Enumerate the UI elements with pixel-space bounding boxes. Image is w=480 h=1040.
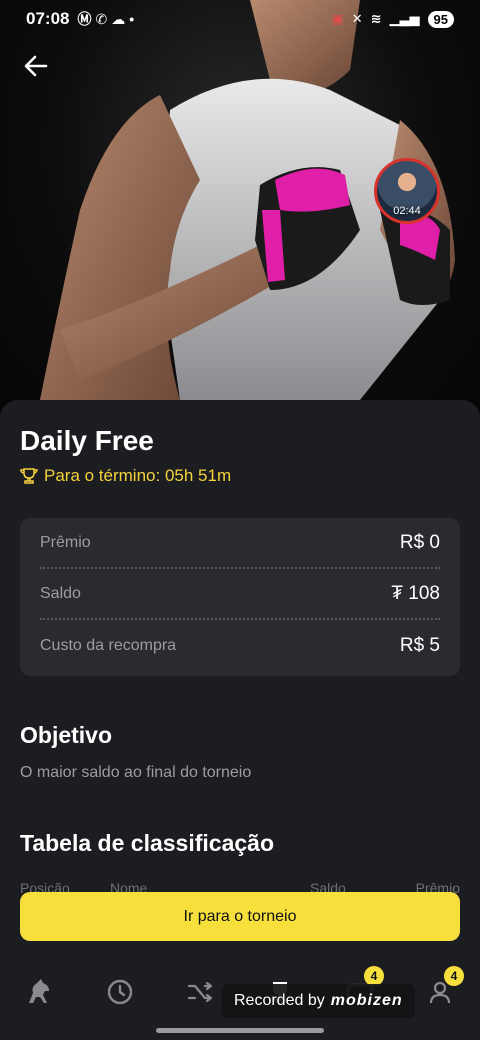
info-value: R$ 0 [399, 531, 440, 553]
objective-heading: Objetivo [20, 722, 113, 748]
tournament-title: Daily Free [20, 425, 154, 456]
info-value: R$ 5 [399, 634, 440, 656]
arrow-left-icon [24, 55, 48, 77]
info-row-prize: Prêmio R$ 0 [40, 518, 440, 569]
notification-badge: 4 [444, 966, 464, 986]
signal-icon: ▁▃▅ [389, 11, 420, 26]
recorder-watermark: Recorded by mobizen [222, 984, 415, 1018]
recorder-bubble[interactable]: 02:44 [374, 158, 440, 224]
back-button[interactable] [20, 50, 52, 82]
info-label: Custo da recompra [40, 636, 177, 654]
info-row-balance: Saldo ₮ 108 [40, 569, 440, 620]
m-icon: Ⓜ [77, 11, 92, 27]
go-to-tournament-button[interactable]: Ir para o torneio [20, 892, 460, 941]
cast-icon: ▣ [331, 11, 344, 26]
watermark-text: Recorded by [234, 992, 325, 1009]
system-icons: ▣ ✕ ≋ ▁▃▅ 95 [331, 10, 454, 28]
recorder-timer: 02:44 [393, 205, 421, 217]
dot-icon: • [129, 11, 135, 27]
shuffle-icon [187, 981, 213, 1003]
status-time: 07:08 [26, 9, 70, 28]
horse-icon [29, 979, 49, 1003]
objective-text: O maior saldo ao final do torneio [20, 764, 252, 781]
nav-item-horse[interactable] [20, 972, 60, 1012]
countdown: Para o término: 05h 51m [20, 466, 231, 486]
info-row-rebuy-cost: Custo da recompra R$ 5 [40, 620, 440, 671]
trophy-icon [20, 468, 38, 484]
cloud-icon: ☁ [111, 10, 126, 27]
mute-icon: ✕ [351, 11, 363, 26]
nav-item-profile[interactable]: 4 [420, 966, 464, 1012]
notification-badge: 4 [364, 966, 384, 986]
countdown-text: Para o término: 05h 51m [44, 466, 232, 485]
battery-indicator: 95 [427, 10, 454, 28]
clock-icon [107, 979, 133, 1005]
status-bar: 07:08 Ⓜ ✆ ☁ • ▣ ✕ ≋ ▁▃▅ 95 [0, 0, 480, 38]
notification-icons: Ⓜ ✆ ☁ • [77, 9, 134, 29]
info-label: Saldo [40, 584, 81, 602]
content-sheet [0, 400, 480, 1040]
whatsapp-icon: ✆ [95, 10, 108, 27]
leaderboard-heading: Tabela de classificação [20, 830, 274, 856]
nav-item-history[interactable] [100, 972, 140, 1012]
home-indicator[interactable] [156, 1028, 324, 1033]
info-label: Prêmio [40, 533, 91, 551]
wifi-icon: ≋ [370, 11, 382, 26]
nav-item-shuffle[interactable] [180, 972, 220, 1012]
info-value: ₮ 108 [391, 582, 440, 604]
info-card: Prêmio R$ 0 Saldo ₮ 108 Custo da recompr… [20, 518, 460, 676]
watermark-brand: mobizen [330, 992, 403, 1009]
